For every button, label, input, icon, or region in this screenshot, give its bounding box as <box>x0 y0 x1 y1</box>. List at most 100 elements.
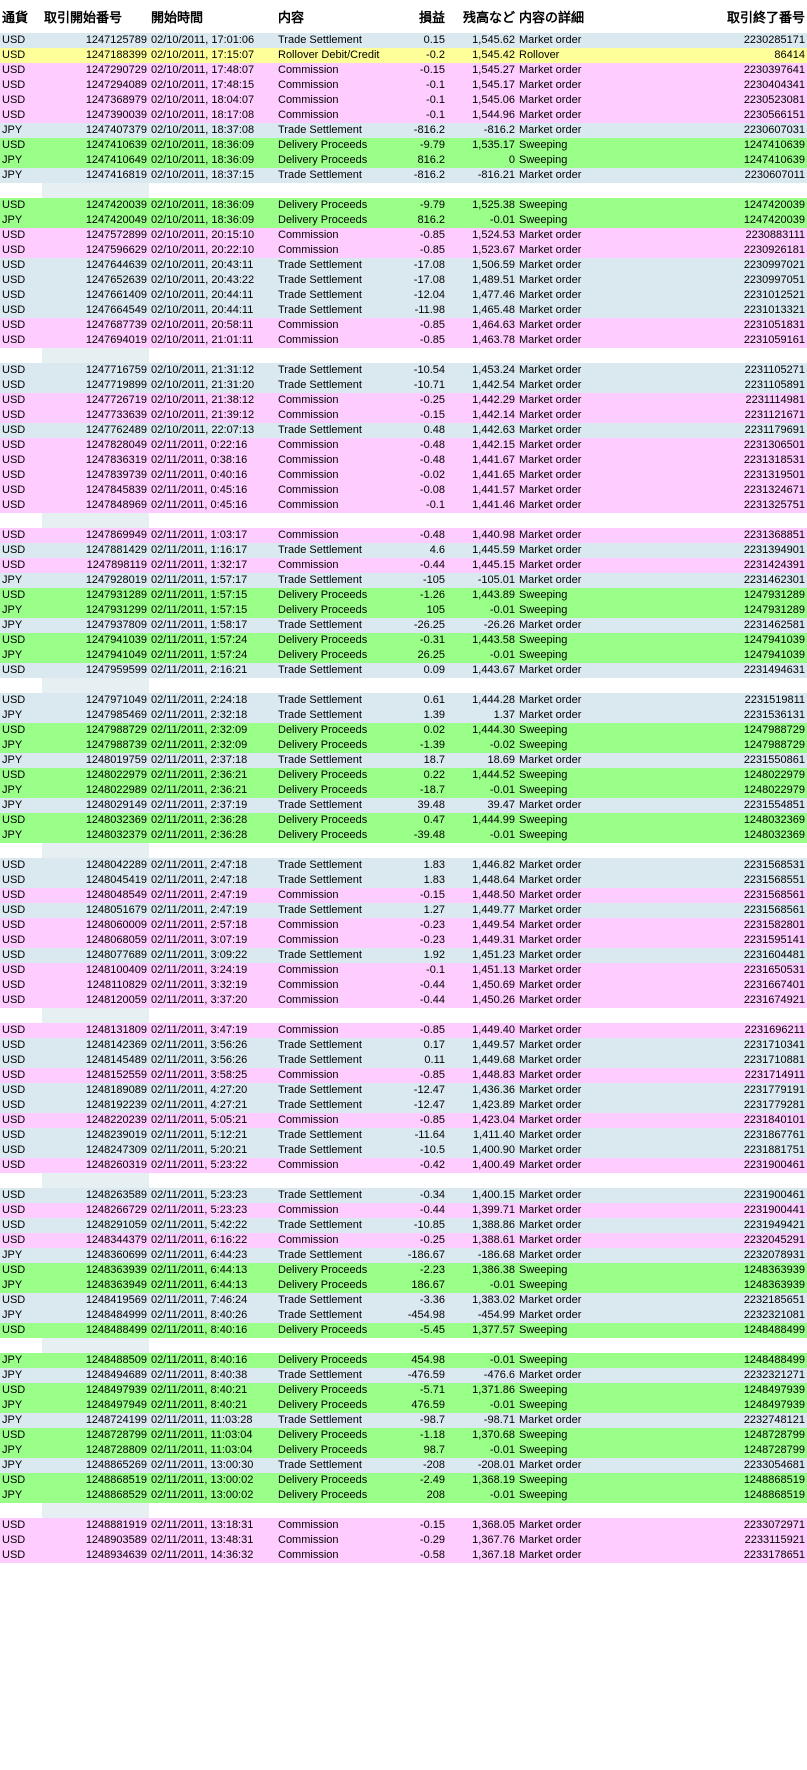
currency-cell: JPY <box>0 648 42 663</box>
start-time-cell: 02/11/2011, 3:56:26 <box>149 1053 276 1068</box>
balance-cell: 1,377.57 <box>447 1323 517 1338</box>
table-row: USD 1247839739 02/11/2011, 0:40:16 Commissi… <box>0 468 807 483</box>
start-time-cell: 02/11/2011, 11:03:04 <box>149 1428 276 1443</box>
close-trade-number-cell: 2231949421 <box>607 1218 807 1233</box>
table-body: USD 1247125789 02/10/2011, 17:01:06 Trade S… <box>0 33 807 1563</box>
profit-loss-cell: 816.2 <box>393 153 447 168</box>
currency-cell: USD <box>0 558 42 573</box>
description-cell: Trade Settlement <box>276 1368 393 1383</box>
close-trade-number-cell: 1248728799 <box>607 1428 807 1443</box>
details-cell: Market order <box>517 963 607 978</box>
profit-loss-cell: -1.39 <box>393 738 447 753</box>
description-cell: Commission <box>276 498 393 513</box>
profit-loss-cell: -5.45 <box>393 1323 447 1338</box>
start-time-cell: 02/10/2011, 17:01:06 <box>149 33 276 48</box>
open-trade-number-cell: 1248247309 <box>42 1143 149 1158</box>
close-trade-number-cell: 1248868519 <box>607 1473 807 1488</box>
details-cell: Market order <box>517 1203 607 1218</box>
balance-cell: 1,400.90 <box>447 1143 517 1158</box>
description-cell: Commission <box>276 1158 393 1173</box>
balance-cell: 1,524.53 <box>447 228 517 243</box>
table-row: JPY 1248865269 02/11/2011, 13:00:30 Trade S… <box>0 1458 807 1473</box>
separator-cell <box>276 1008 393 1023</box>
table-row: USD 1248131809 02/11/2011, 3:47:19 Commissi… <box>0 1023 807 1038</box>
table-row: JPY 1248029149 02/11/2011, 2:37:19 Trade Se… <box>0 798 807 813</box>
profit-loss-cell: -0.85 <box>393 1113 447 1128</box>
details-cell: Market order <box>517 888 607 903</box>
table-row: USD 1248068059 02/11/2011, 3:07:19 Commissi… <box>0 933 807 948</box>
open-trade-number-cell: 1248868519 <box>42 1473 149 1488</box>
table-row: USD 1247294089 02/10/2011, 17:48:15 Commiss… <box>0 78 807 93</box>
currency-cell: JPY <box>0 1308 42 1323</box>
start-time-cell: 02/10/2011, 18:37:08 <box>149 123 276 138</box>
balance-cell: -0.01 <box>447 1353 517 1368</box>
open-trade-number-cell: 1247848969 <box>42 498 149 513</box>
balance-cell: 0 <box>447 153 517 168</box>
balance-cell: 1,449.77 <box>447 903 517 918</box>
table-row: USD 1247931289 02/11/2011, 1:57:15 Delivery… <box>0 588 807 603</box>
start-time-cell: 02/10/2011, 20:15:10 <box>149 228 276 243</box>
separator-cell <box>393 513 447 528</box>
close-trade-number-cell: 2231519811 <box>607 693 807 708</box>
separator-cell <box>149 1173 276 1188</box>
table-row: USD 1247881429 02/11/2011, 1:16:17 Trade Se… <box>0 543 807 558</box>
start-time-cell: 02/11/2011, 5:12:21 <box>149 1128 276 1143</box>
balance-cell: 1,442.63 <box>447 423 517 438</box>
currency-cell: USD <box>0 318 42 333</box>
details-cell: Market order <box>517 558 607 573</box>
description-cell: Trade Settlement <box>276 663 393 678</box>
details-cell: Market order <box>517 93 607 108</box>
separator-cell <box>42 183 149 198</box>
open-trade-number-cell: 1248363939 <box>42 1263 149 1278</box>
details-cell: Market order <box>517 168 607 183</box>
close-trade-number-cell: 2231900461 <box>607 1158 807 1173</box>
description-cell: Trade Settlement <box>276 1458 393 1473</box>
separator-cell <box>42 513 149 528</box>
close-trade-number-cell: 1247931289 <box>607 588 807 603</box>
balance-cell: 1,545.27 <box>447 63 517 78</box>
start-time-cell: 02/11/2011, 1:58:17 <box>149 618 276 633</box>
description-cell: Delivery Proceeds <box>276 1353 393 1368</box>
table-row: USD 1248045419 02/11/2011, 2:47:18 Trade Se… <box>0 873 807 888</box>
group-separator <box>0 183 807 198</box>
open-trade-number-cell: 1248100409 <box>42 963 149 978</box>
currency-cell: USD <box>0 1293 42 1308</box>
close-trade-number-cell: 2232321271 <box>607 1368 807 1383</box>
balance-cell: 1,545.42 <box>447 48 517 63</box>
description-cell: Commission <box>276 93 393 108</box>
table-row: USD 1247848969 02/11/2011, 0:45:16 Commissi… <box>0 498 807 513</box>
balance-cell: 1,368.05 <box>447 1518 517 1533</box>
open-trade-number-cell: 1248868529 <box>42 1488 149 1503</box>
currency-cell: USD <box>0 633 42 648</box>
start-time-cell: 02/11/2011, 11:03:04 <box>149 1443 276 1458</box>
table-row: JPY 1248360699 02/11/2011, 6:44:23 Trade Se… <box>0 1248 807 1263</box>
table-row: USD 1248142369 02/11/2011, 3:56:26 Trade Se… <box>0 1038 807 1053</box>
details-cell: Sweeping <box>517 813 607 828</box>
table-row: USD 1247390039 02/10/2011, 18:17:08 Commiss… <box>0 108 807 123</box>
separator-cell <box>149 1503 276 1518</box>
table-row: USD 1248263589 02/11/2011, 5:23:23 Trade Se… <box>0 1188 807 1203</box>
close-trade-number-cell: 2230607011 <box>607 168 807 183</box>
profit-loss-cell: -1.18 <box>393 1428 447 1443</box>
start-time-cell: 02/11/2011, 1:57:24 <box>149 648 276 663</box>
description-cell: Delivery Proceeds <box>276 768 393 783</box>
start-time-cell: 02/11/2011, 4:27:21 <box>149 1098 276 1113</box>
start-time-cell: 02/11/2011, 8:40:16 <box>149 1323 276 1338</box>
details-cell: Market order <box>517 228 607 243</box>
open-trade-number-cell: 1247420039 <box>42 198 149 213</box>
profit-loss-cell: -2.23 <box>393 1263 447 1278</box>
details-cell: Market order <box>517 1413 607 1428</box>
balance-cell: 1,451.13 <box>447 963 517 978</box>
table-row: USD 1248497939 02/11/2011, 8:40:21 Delivery… <box>0 1383 807 1398</box>
table-row: JPY 1247931299 02/11/2011, 1:57:15 Delivery… <box>0 603 807 618</box>
balance-cell: 1,506.59 <box>447 258 517 273</box>
open-trade-number-cell: 1247941039 <box>42 633 149 648</box>
close-trade-number-cell: 1248497939 <box>607 1398 807 1413</box>
currency-cell: USD <box>0 303 42 318</box>
close-trade-number-cell: 2230285171 <box>607 33 807 48</box>
profit-loss-cell: -0.85 <box>393 318 447 333</box>
description-cell: Trade Settlement <box>276 573 393 588</box>
start-time-cell: 02/11/2011, 1:57:17 <box>149 573 276 588</box>
details-cell: Market order <box>517 1458 607 1473</box>
open-trade-number-cell: 1248060009 <box>42 918 149 933</box>
